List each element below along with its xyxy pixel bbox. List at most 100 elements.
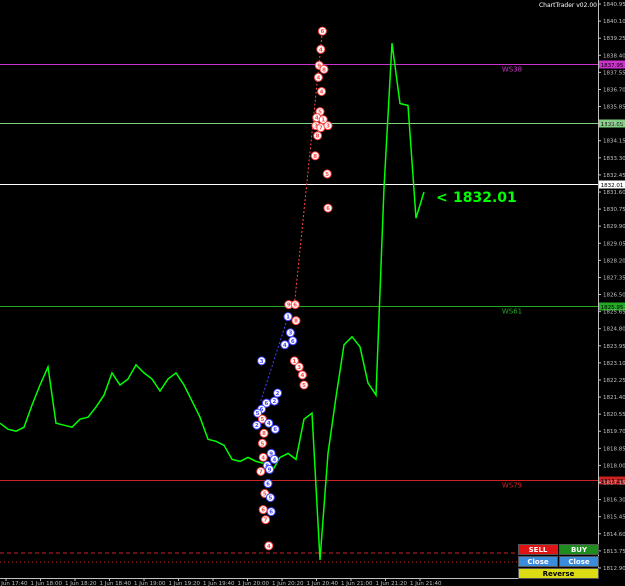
trade-marker-label: 2 [276,391,280,397]
reverse-button[interactable]: Reverse [518,568,599,579]
time-tick-label: 1 Jun 18:20 [65,581,97,586]
price-chart[interactable]: 1837.95WS381835.051832.011825.95WS611817… [0,0,625,586]
current-price-arrow: < [436,190,448,206]
price-tick-label: 1813.75 [603,549,625,555]
price-tick-label: 1836.70 [603,87,625,93]
time-tick-label: 1 Jun 18:00 [31,581,63,586]
price-tick-label: 1832.45 [603,173,625,179]
price-tick-label: 1837.55 [603,70,625,76]
time-tick-label: 1 Jun 18:40 [100,581,132,586]
chart-background-layer [0,0,625,586]
price-tick-label: 1829.90 [603,224,625,230]
price-tick-label: 1817.15 [603,481,625,487]
trade-marker-label: 1 [286,315,290,321]
trade-marker-label: 6 [293,303,297,309]
price-tick-label: 1818.00 [603,463,625,469]
trade-marker-label: 3 [288,331,292,337]
price-tick-label: 1822.25 [603,378,625,384]
price-tick-label: 1812.90 [603,566,625,572]
current-price-label: 1832.01 [453,190,517,206]
trade-marker-label: 2 [255,423,259,429]
trade-marker-label: 5 [268,496,272,502]
trade-marker-label: 6 [326,206,330,212]
trade-marker-label: 8 [294,319,298,325]
price-tick-label: 1827.35 [603,275,625,281]
trade-marker-label: 6 [273,427,277,433]
trade-marker-label: 4 [319,47,323,53]
trade-marker-label: 5 [302,383,306,389]
price-tick-label: 1820.55 [603,412,625,418]
price-tick-label: 1830.75 [603,207,625,213]
trade-marker-label: 4 [315,116,319,122]
trade-marker-label: 8 [313,154,317,160]
trade-marker-label: 4 [316,75,320,81]
time-tick-label: 1 Jun 21:00 [341,581,373,586]
close-sell-button[interactable]: Close Sell [518,556,558,577]
trade-marker-label: 8 [322,67,326,73]
trade-marker-label: 6 [291,339,295,345]
trade-marker-label: 6 [261,508,265,514]
level-label: WS61 [502,308,522,316]
close-buy-button[interactable]: Close Buy [559,556,599,577]
price-tick-label: 1825.65 [603,310,625,316]
chart-background [0,0,625,586]
level-price-tag-text: 1837.95 [601,63,624,69]
trade-marker-label: 4 [272,457,276,463]
trade-marker-label: 8 [262,431,266,437]
time-tick-label: 1 Jun 20:00 [238,581,270,586]
level-price-tag-text: 1832.01 [601,183,624,189]
trade-marker-label: 6 [320,29,324,35]
trade-marker-label: 9 [287,303,291,309]
trade-marker-label: 5 [260,441,264,447]
trade-marker-label: 8 [316,134,320,140]
time-tick-label: 1 Jun 21:40 [410,581,442,586]
trade-marker-label: 7 [319,126,323,132]
trade-marker-label: 4 [283,343,287,349]
buy-button[interactable]: BUY [559,544,599,555]
trade-marker-label: 6 [269,510,273,516]
price-tick-label: 1829.05 [603,241,625,247]
price-tick-label: 1839.25 [603,36,625,42]
trade-marker-label: 4 [261,455,265,461]
price-tick-label: 1819.70 [603,429,625,435]
price-tick-label: 1828.20 [603,258,625,264]
trade-marker-label: 7 [259,469,263,475]
trade-marker-label: 4 [300,373,304,379]
price-tick-label: 1840.95 [603,2,625,8]
indicator-label: ChartTrader v02.00 [539,2,597,9]
time-tick-label: 1 Jun 20:20 [272,581,304,586]
sell-button[interactable]: SELL [518,544,558,555]
price-tick-label: 1838.40 [603,53,625,59]
price-tick-label: 1834.15 [603,139,625,145]
trade-marker-label: 6 [266,482,270,488]
time-tick-label: 1 Jun 19:20 [169,581,201,586]
level-label: WS38 [502,66,522,74]
price-tick-label: 1824.80 [603,327,625,333]
price-tick-label: 1814.60 [603,532,625,538]
trade-marker-label: 3 [297,365,301,371]
price-tick-label: 1826.50 [603,293,625,299]
time-tick-label: 1 Jun 21:20 [376,581,408,586]
price-tick-label: 1835.85 [603,105,625,111]
trade-marker-label: 7 [264,518,268,524]
price-tick-label: 1833.30 [603,156,625,162]
trade-marker-label: 3 [260,359,264,365]
price-tick-label: 1818.85 [603,446,625,452]
time-tick-label: 1 Jun 20:40 [307,581,339,586]
trade-marker-label: 2 [272,399,276,405]
trade-marker-label: 4 [320,89,324,95]
trade-marker-label: 9 [268,467,272,473]
trade-marker-label: 3 [326,124,330,130]
level-label: WS79 [502,482,522,490]
price-tick-label: 1831.60 [603,190,625,196]
trade-marker-label: 4 [267,421,271,427]
price-tick-label: 1840.10 [603,19,625,25]
price-tick-label: 1821.40 [603,395,625,401]
time-tick-label: 1 Jun 19:00 [134,581,166,586]
trade-marker-label: 6 [264,401,268,407]
price-tick-label: 1823.95 [603,344,625,350]
trade-marker-label: 5 [260,417,264,423]
price-tick-label: 1815.45 [603,515,625,521]
price-tick-label: 1835.00 [603,122,625,128]
price-tick-label: 1816.30 [603,498,625,504]
